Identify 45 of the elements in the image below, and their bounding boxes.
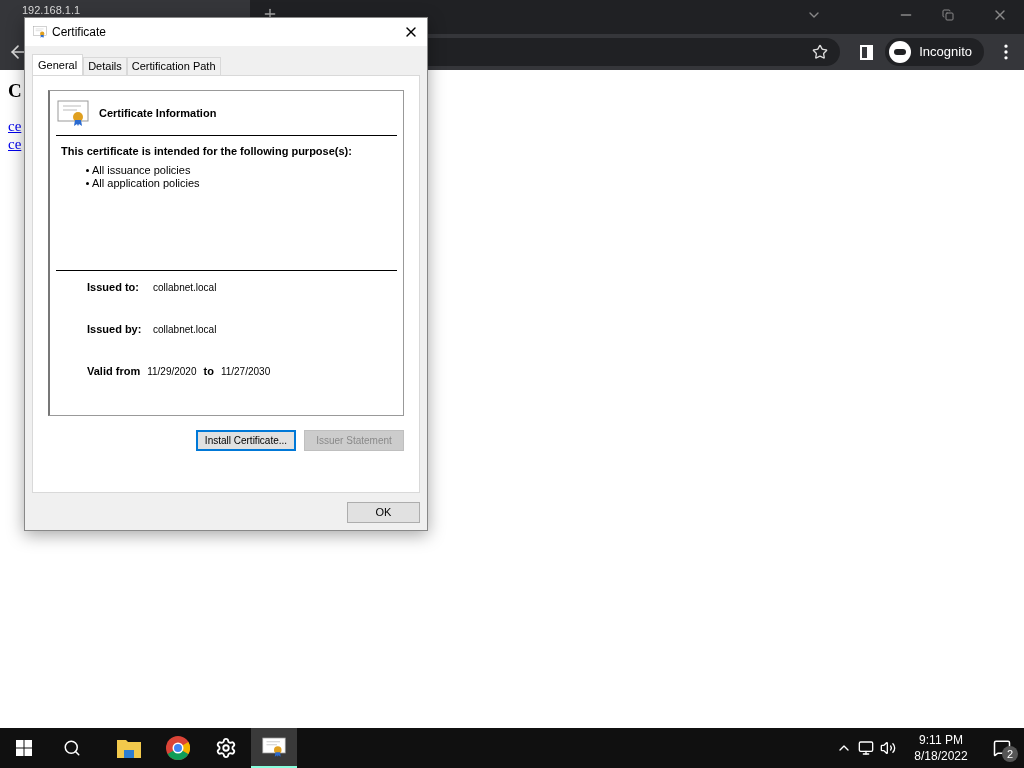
network-icon[interactable]	[858, 740, 874, 756]
tab[interactable]: Certification Path	[126, 57, 221, 75]
purpose-item: All issuance policies	[92, 163, 191, 177]
tab[interactable]: Details	[83, 57, 127, 75]
incognito-chip[interactable]: Incognito	[885, 38, 984, 66]
certificate-icon	[57, 100, 89, 126]
info-title: Certificate Information	[99, 105, 217, 121]
bullet-icon	[86, 168, 89, 172]
page-link[interactable]: ce	[8, 135, 22, 153]
tab-title[interactable]: 192.168.1.1	[22, 4, 81, 16]
issued-to-label: Issued to:	[87, 280, 140, 296]
notification-icon	[993, 739, 1011, 757]
issued-to-value: collabnet.local	[153, 281, 217, 295]
bookmark-star-icon[interactable]	[812, 44, 829, 60]
purpose-heading: This certificate is intended for the following purpose(s):	[60, 144, 353, 159]
valid-to-label: to	[203, 364, 214, 380]
bullet-icon	[86, 181, 89, 185]
valid-from-label: Valid from	[87, 364, 141, 380]
issued-by-value: collabnet.local	[153, 323, 217, 337]
dialog-title: Certificate	[52, 24, 107, 41]
restore-icon[interactable]	[942, 9, 954, 21]
settings-icon[interactable]	[215, 737, 237, 759]
ok-button[interactable]: OK	[347, 502, 420, 523]
dialog-button[interactable]: Install Certificate...	[196, 430, 296, 451]
issued-by-label: Issued by:	[87, 322, 143, 338]
valid-from-value: 11/29/2020	[147, 365, 197, 379]
page-heading: C	[8, 79, 23, 103]
volume-icon[interactable]	[880, 740, 896, 756]
side-panel-icon[interactable]	[860, 44, 874, 60]
purpose-item: All application policies	[92, 176, 200, 190]
tab[interactable]: General	[32, 54, 84, 75]
clock[interactable]: 9:11 PM 8/18/2022	[906, 732, 976, 764]
certificate-icon	[262, 737, 286, 757]
valid-to-value: 11/27/2030	[220, 365, 271, 379]
windows-logo-icon	[16, 740, 32, 756]
search-icon[interactable]	[63, 739, 81, 757]
clock-date: 8/18/2022	[914, 748, 968, 764]
chrome-icon[interactable]	[166, 736, 190, 760]
taskbar-app-button[interactable]	[251, 728, 297, 768]
clock-time: 9:11 PM	[919, 732, 963, 748]
notification-button[interactable]: 2	[980, 728, 1024, 768]
notification-count: 2	[1002, 746, 1018, 762]
certificate-icon	[33, 26, 47, 38]
page-link[interactable]: ce	[8, 117, 22, 135]
folder-icon[interactable]	[117, 738, 141, 758]
